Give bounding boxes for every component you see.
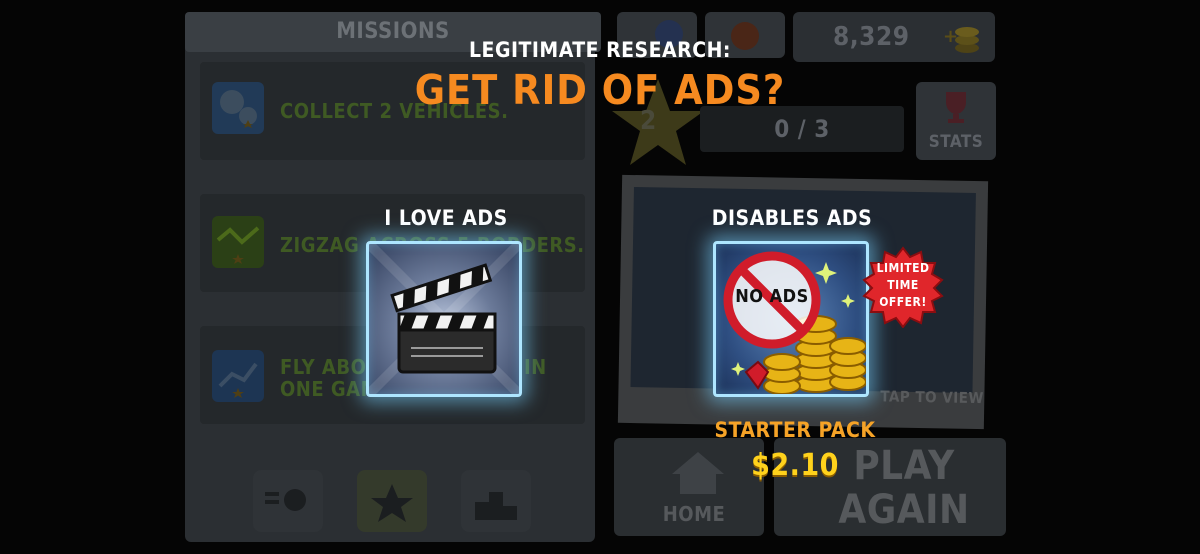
zigzag-icon (212, 216, 264, 268)
tab-missions-badge[interactable] (357, 470, 427, 532)
limited-time-badge: LIMITED TIME OFFER! (862, 246, 944, 328)
starter-pack-title: STARTER PACK (714, 418, 876, 442)
overlay-title: GET RID OF ADS? (414, 66, 786, 114)
home-label: HOME (662, 502, 726, 526)
stats-label: STATS (928, 132, 984, 152)
tap-to-view-label: TAP TO VIEW (880, 387, 985, 408)
option-label-disable-ads: DISABLES ADS (711, 206, 873, 230)
research-label: LEGITIMATE RESEARCH: (469, 38, 731, 62)
fly-icon (212, 350, 264, 402)
tab-missions-podium[interactable] (461, 470, 531, 532)
badge-line-1: LIMITED (876, 261, 930, 275)
tab-missions-list[interactable] (253, 470, 323, 532)
option-disable-ads-card[interactable]: NO ADS (713, 241, 869, 397)
badge-line-3: OFFER! (879, 295, 927, 309)
starter-pack-price[interactable]: $2.10 (700, 448, 890, 483)
no-ads-label: NO ADS (735, 286, 809, 307)
option-label-love-ads: I LOVE ADS (384, 206, 508, 230)
clapperboard-icon (369, 244, 519, 394)
badge-line-2: TIME (887, 278, 919, 292)
option-love-ads-card[interactable] (366, 241, 522, 397)
